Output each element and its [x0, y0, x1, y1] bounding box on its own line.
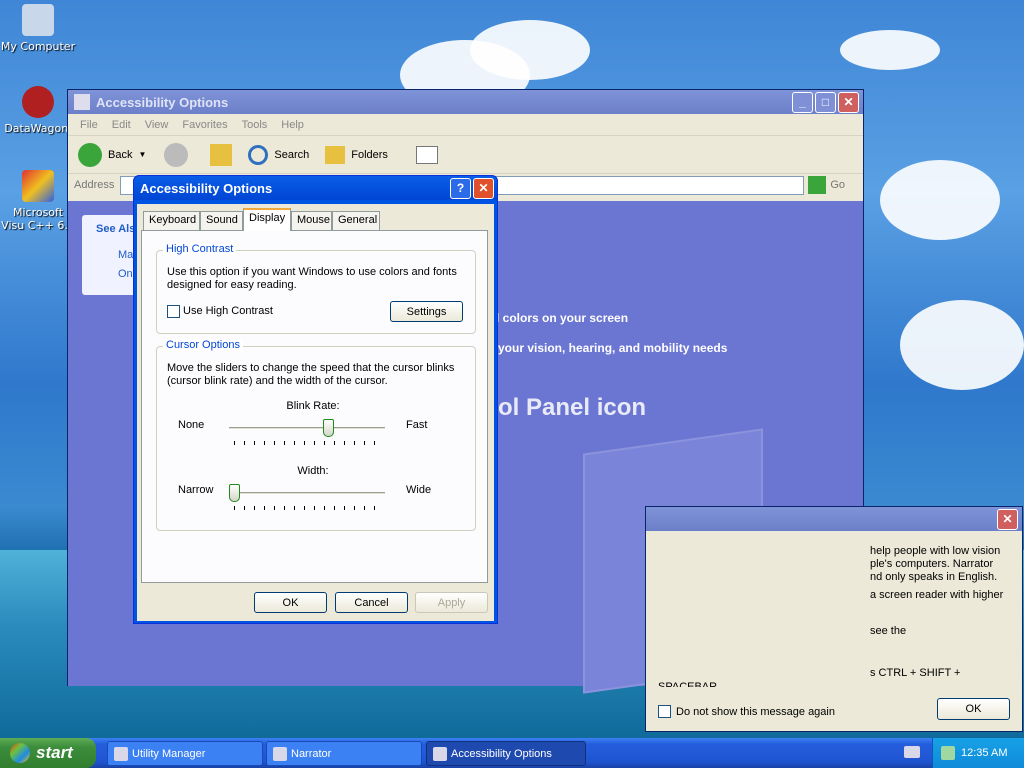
views-icon[interactable] — [415, 145, 438, 164]
tab-general[interactable]: General — [332, 211, 380, 230]
narrator-ok-button[interactable]: OK — [937, 698, 1010, 720]
search-icon[interactable] — [248, 144, 269, 165]
taskbar-item-utility-manager[interactable]: Utility Manager — [107, 741, 263, 766]
blink-rate-slider[interactable] — [323, 419, 335, 437]
cursor-options-group: Cursor Options Move the sliders to chang… — [156, 339, 476, 531]
menu-view[interactable]: View — [145, 119, 169, 131]
accessibility-tray-icon[interactable] — [941, 746, 955, 760]
desktop-icon-datawagon[interactable]: DataWagon. — [0, 86, 76, 135]
narrator-close-button[interactable]: ✕ — [997, 508, 1018, 530]
menu-edit[interactable]: Edit — [112, 119, 131, 131]
blink-rate-track — [229, 427, 385, 430]
taskbar-item-narrator[interactable]: Narrator — [266, 741, 422, 766]
explorer-titlebar: Accessibility Options _ □ ✕ — [68, 90, 863, 114]
cancel-button[interactable]: Cancel — [335, 592, 408, 613]
start-button[interactable]: start — [0, 738, 96, 768]
toolbar: Back ▼ Search Folders — [68, 136, 863, 174]
see-also-link-1[interactable]: Ma — [96, 249, 133, 262]
accessibility-options-icon — [433, 747, 447, 761]
close-button[interactable]: ✕ — [838, 91, 859, 113]
minimize-button[interactable]: _ — [792, 91, 813, 113]
taskbar-item-accessibility-options[interactable]: Accessibility Options — [426, 741, 586, 766]
ok-button[interactable]: OK — [254, 592, 327, 613]
menu-favorites[interactable]: Favorites — [182, 119, 227, 131]
go-button[interactable]: Go — [826, 179, 863, 191]
width-track — [229, 492, 385, 495]
desktop-icon-visual-cpp[interactable]: Microsoft Visu C++ 6.0 — [0, 170, 76, 232]
chevron-down-icon[interactable]: ▼ — [138, 150, 146, 159]
folders-button[interactable]: Folders — [351, 149, 388, 161]
width-slider[interactable] — [229, 484, 240, 502]
menu-bar: File Edit View Favorites Tools Help — [68, 114, 863, 136]
go-arrow-icon[interactable] — [808, 176, 827, 194]
see-also-link-2[interactable]: On — [96, 268, 133, 281]
datawagon-icon — [22, 86, 54, 118]
up-folder-icon[interactable] — [210, 143, 233, 166]
use-high-contrast-label[interactable]: Use High Contrast — [183, 305, 273, 318]
search-button[interactable]: Search — [274, 149, 309, 161]
dialog-titlebar: Accessibility Options ? ✕ — [134, 176, 497, 200]
help-button[interactable]: ? — [450, 177, 471, 199]
narrator-window: ✕ help people with low vision ple's comp… — [645, 506, 1023, 732]
back-arrow-icon[interactable] — [78, 142, 102, 167]
visual-cpp-icon — [22, 170, 54, 202]
do-not-show-label[interactable]: Do not show this message again — [676, 706, 835, 719]
maximize-button[interactable]: □ — [815, 91, 836, 113]
task-link-colors[interactable]: d colors on your screen — [492, 312, 628, 325]
dialog-close-button[interactable]: ✕ — [473, 177, 494, 199]
settings-button[interactable]: Settings — [390, 301, 463, 322]
clock: 12:35 AM — [961, 747, 1008, 759]
folders-icon[interactable] — [325, 145, 346, 164]
menu-help[interactable]: Help — [281, 119, 304, 131]
width-ticks — [234, 506, 380, 510]
forward-arrow-icon[interactable] — [164, 142, 189, 167]
tab-keyboard[interactable]: Keyboard — [143, 211, 200, 230]
system-tray: 12:35 AM — [932, 738, 1024, 768]
tab-mouse[interactable]: Mouse — [291, 211, 332, 230]
display-tab-page: High Contrast Use this option if you wan… — [141, 230, 488, 583]
task-link-accessibility[interactable]: your vision, hearing, and mobility needs — [498, 342, 727, 355]
desktop-icon-my-computer[interactable]: My Computer — [0, 4, 76, 53]
apply-button[interactable]: Apply — [415, 592, 488, 613]
computer-icon — [22, 4, 54, 36]
menu-tools[interactable]: Tools — [242, 119, 268, 131]
tab-sound[interactable]: Sound — [200, 211, 243, 230]
windows-logo-icon — [10, 743, 30, 763]
menu-file[interactable]: File — [80, 119, 98, 131]
narrator-icon — [273, 747, 287, 761]
utility-manager-icon — [114, 747, 128, 761]
do-not-show-checkbox[interactable] — [658, 705, 671, 718]
blink-rate-ticks — [234, 441, 380, 445]
accessibility-icon — [74, 94, 90, 110]
use-high-contrast-checkbox[interactable] — [167, 305, 180, 318]
tab-display[interactable]: Display — [243, 208, 291, 231]
back-button[interactable]: Back — [108, 149, 132, 161]
keyboard-icon[interactable] — [904, 746, 920, 758]
control-panel-heading: ol Panel icon — [498, 394, 647, 421]
narrator-titlebar: ✕ — [646, 507, 1022, 531]
high-contrast-group: High Contrast Use this option if you wan… — [156, 243, 476, 334]
